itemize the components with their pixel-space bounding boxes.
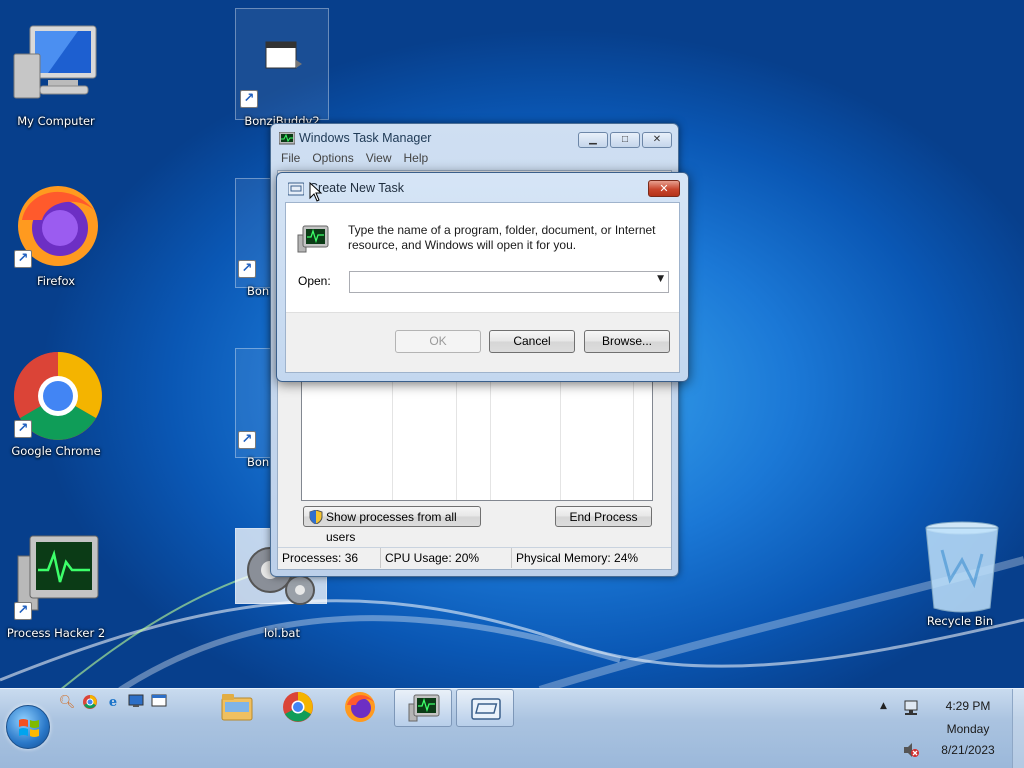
dialog-title: Create New Task bbox=[309, 181, 404, 195]
menu-file[interactable]: File bbox=[277, 151, 304, 165]
menu-bar: File Options View Help bbox=[277, 151, 672, 169]
network-icon[interactable] bbox=[902, 699, 920, 717]
create-new-task-dialog[interactable]: Create New Task ✕ Type the name of a pro… bbox=[276, 172, 689, 382]
dialog-footer: OK Cancel Browse... bbox=[286, 312, 679, 372]
run-dialog-icon bbox=[471, 698, 501, 720]
shortcut-arrow-icon: ↗ bbox=[238, 260, 256, 278]
show-all-users-label: Show processes from all users bbox=[326, 510, 457, 544]
taskbar-task-manager[interactable] bbox=[394, 689, 452, 727]
minimize-icon: ▁ bbox=[589, 134, 597, 145]
run-dialog-icon bbox=[288, 182, 304, 196]
chrome-icon bbox=[283, 692, 313, 722]
window-icon[interactable] bbox=[150, 694, 168, 712]
menu-help[interactable]: Help bbox=[400, 151, 433, 165]
shortcut-arrow-icon: ↗ bbox=[14, 250, 32, 268]
browse-label: Browse... bbox=[601, 334, 652, 348]
clock-time[interactable]: 4:29 PM bbox=[928, 699, 1008, 713]
ok-label: OK bbox=[429, 334, 447, 348]
status-cpu: CPU Usage: 20% bbox=[381, 548, 512, 568]
task-manager-icon bbox=[279, 132, 295, 145]
uac-shield-icon bbox=[309, 510, 323, 524]
close-button[interactable]: ✕ bbox=[642, 132, 672, 148]
chrome-icon[interactable] bbox=[81, 694, 99, 712]
task-manager-titlebar[interactable]: Windows Task Manager ▁ □ ✕ bbox=[277, 130, 672, 148]
show-all-users-button[interactable]: Show processes from all users bbox=[303, 506, 481, 544]
volume-muted-icon[interactable] bbox=[902, 741, 920, 759]
end-process-label: End Process bbox=[569, 510, 638, 524]
taskbar-firefox[interactable] bbox=[331, 689, 389, 727]
mouse-cursor-icon bbox=[309, 182, 323, 202]
browse-button[interactable]: Browse... bbox=[584, 330, 670, 353]
shortcut-arrow-icon: ↗ bbox=[238, 431, 256, 449]
desktop-icon-firefox[interactable]: ↗ Firefox bbox=[6, 180, 106, 288]
column-divider bbox=[490, 374, 491, 500]
column-divider bbox=[392, 374, 393, 500]
taskbar-chrome[interactable] bbox=[269, 689, 327, 727]
process-list[interactable] bbox=[301, 373, 653, 501]
open-label: Open: bbox=[298, 274, 331, 288]
desktop-icon-label: lol.bat bbox=[264, 626, 300, 640]
desktop-icon-my-computer[interactable]: My Computer bbox=[6, 20, 106, 128]
cancel-label: Cancel bbox=[513, 334, 551, 348]
desktop-icon-label: My Computer bbox=[17, 114, 95, 128]
recycle-bin-icon bbox=[925, 521, 999, 613]
ok-button[interactable]: OK bbox=[395, 330, 481, 353]
dialog-close-button[interactable]: ✕ bbox=[648, 180, 680, 197]
dialog-description: Type the name of a program, folder, docu… bbox=[348, 223, 656, 252]
taskbar-run-dialog[interactable] bbox=[456, 689, 514, 727]
menu-options[interactable]: Options bbox=[308, 151, 357, 165]
clock-day[interactable]: Monday bbox=[928, 722, 1008, 736]
shortcut-arrow-icon: ↗ bbox=[240, 90, 258, 108]
dialog-content: Type the name of a program, folder, docu… bbox=[285, 202, 680, 373]
clock-date[interactable]: 8/21/2023 bbox=[928, 743, 1008, 757]
taskbar: 🔍︎ e ▲ 4:29 PM Monday 8/21/2023 bbox=[0, 688, 1024, 768]
shortcut-arrow-icon: ↗ bbox=[14, 420, 32, 438]
close-icon: ✕ bbox=[652, 134, 662, 145]
desktop-icon-label: Process Hacker 2 bbox=[6, 626, 106, 640]
task-manager-icon bbox=[408, 694, 440, 722]
close-icon: ✕ bbox=[659, 182, 669, 195]
column-divider bbox=[633, 374, 634, 500]
open-combobox[interactable]: ▼ bbox=[349, 271, 669, 293]
taskbar-file-explorer[interactable] bbox=[208, 689, 266, 727]
dropdown-arrow-icon[interactable]: ▼ bbox=[657, 274, 664, 284]
show-desktop-button[interactable] bbox=[1012, 689, 1024, 768]
column-divider bbox=[456, 374, 457, 500]
column-divider bbox=[560, 374, 561, 500]
maximize-button[interactable]: □ bbox=[610, 132, 640, 148]
search-icon[interactable]: 🔍︎ bbox=[58, 694, 76, 712]
desktop-icon-label: Google Chrome bbox=[11, 444, 101, 458]
desktop-icon[interactable] bbox=[127, 694, 145, 712]
status-bar: Processes: 36 CPU Usage: 20% Physical Me… bbox=[278, 547, 671, 569]
computer-icon bbox=[13, 25, 97, 99]
status-memory: Physical Memory: 24% bbox=[516, 551, 639, 565]
cancel-button[interactable]: Cancel bbox=[489, 330, 575, 353]
desktop-icon-bonzibuddy2[interactable]: ↗ BonziBuddy2 bbox=[232, 20, 332, 128]
windows-logo-icon bbox=[19, 719, 39, 737]
end-process-button[interactable]: End Process bbox=[555, 506, 652, 527]
file-explorer-icon bbox=[221, 694, 253, 721]
desktop-icon-label: Firefox bbox=[36, 274, 76, 288]
firefox-icon bbox=[345, 692, 375, 722]
internet-explorer-icon[interactable]: e bbox=[104, 694, 122, 712]
minimize-button[interactable]: ▁ bbox=[578, 132, 608, 148]
task-manager-icon bbox=[297, 225, 329, 253]
desktop-icon-recycle-bin[interactable]: Recycle Bin bbox=[910, 520, 1010, 628]
desktop-icon-process-hacker[interactable]: ↗ Process Hacker 2 bbox=[6, 532, 106, 640]
desktop-icon-google-chrome[interactable]: ↗ Google Chrome bbox=[6, 350, 106, 458]
start-button[interactable] bbox=[6, 705, 50, 749]
window-title: Windows Task Manager bbox=[299, 131, 432, 145]
show-hidden-icons-button[interactable]: ▲ bbox=[880, 701, 887, 711]
maximize-icon: □ bbox=[621, 134, 629, 145]
menu-view[interactable]: View bbox=[362, 151, 396, 165]
shortcut-arrow-icon: ↗ bbox=[14, 602, 32, 620]
status-processes: Processes: 36 bbox=[278, 548, 381, 568]
